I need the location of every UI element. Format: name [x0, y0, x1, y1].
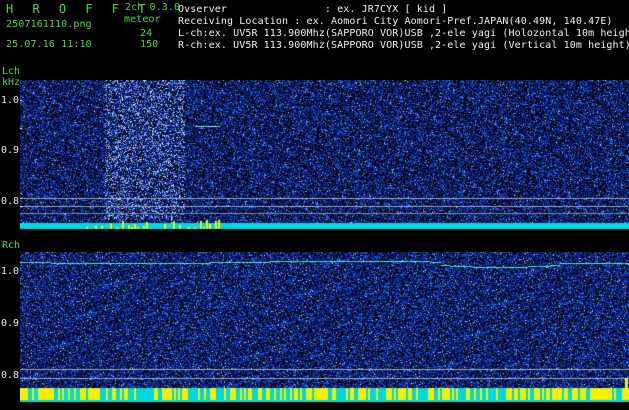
- rch-y-tick: 0.9: [1, 318, 20, 329]
- rch-channel-label: Rch: [2, 240, 21, 251]
- lch-y-tick: 0.9: [1, 145, 20, 156]
- count-rch: 150: [140, 39, 159, 50]
- location-info: Receiving Location : ex. Aomori City Aom…: [178, 16, 613, 27]
- lch-y-tick: 1.0: [1, 95, 20, 106]
- mode-label: 2ch 0.3.0: [125, 2, 181, 13]
- observer-info: Ovserver : ex. JR7CYX [ kid ]: [178, 4, 448, 15]
- lch-channel-label: Lch: [2, 66, 21, 77]
- lch-info: L-ch:ex. UV5R 113.900Mhz(SAPPORO VOR)USB…: [178, 28, 629, 39]
- kind-label: meteor: [124, 14, 161, 25]
- datetime-label: 25.07.16 11:10: [6, 39, 92, 50]
- filename-label: 2507161110.png: [6, 19, 92, 30]
- rch-spectrogram: [20, 252, 629, 404]
- rch-y-tick: 1.0: [1, 266, 20, 277]
- lch-y-tick: 0.8: [1, 196, 20, 207]
- rch-info: R-ch:ex. UV5R 113.900Mhz(SAPPORO VOR)USB…: [178, 40, 629, 51]
- rch-y-tick: 0.8: [1, 370, 20, 381]
- count-lch: 24: [140, 28, 153, 39]
- lch-unit-label: kHz: [2, 77, 21, 88]
- lch-spectrogram: [20, 80, 629, 231]
